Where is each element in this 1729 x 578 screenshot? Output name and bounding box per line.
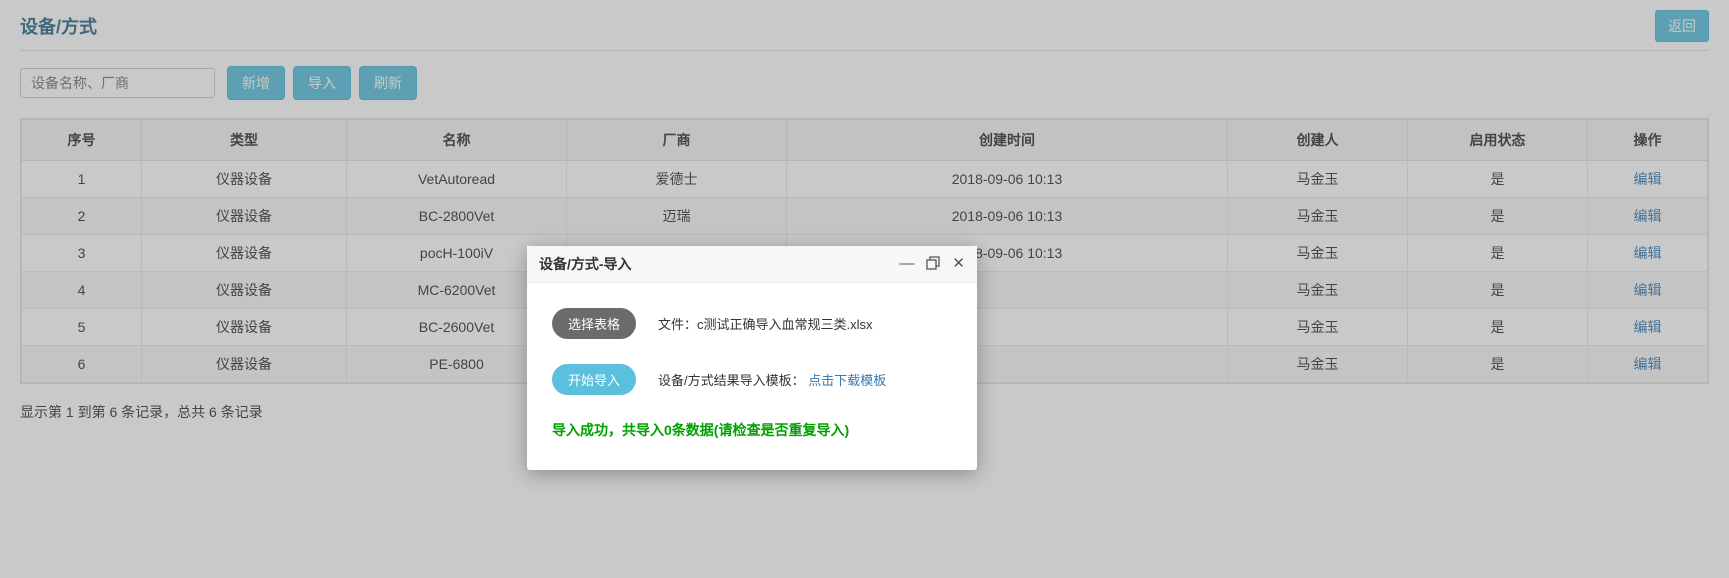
minimize-icon[interactable]: — — [899, 256, 914, 273]
template-info: 设备/方式结果导入模板： 点击下载模板 — [658, 370, 886, 389]
file-info: 文件：c测试正确导入血常规三类.xlsx — [658, 314, 873, 333]
maximize-icon[interactable] — [926, 256, 940, 273]
start-import-button[interactable]: 开始导入 — [552, 364, 636, 395]
close-icon[interactable]: ✕ — [952, 256, 965, 273]
modal-title: 设备/方式-导入 — [539, 254, 632, 274]
download-template-link[interactable]: 点击下载模板 — [808, 373, 886, 388]
select-file-button[interactable]: 选择表格 — [552, 308, 636, 339]
import-modal: 设备/方式-导入 — ✕ 选择表格 文件：c测试正确导入血常规三类.xlsx 开… — [527, 246, 977, 470]
import-success-message: 导入成功，共导入0条数据(请检查是否重复导入) — [552, 420, 952, 440]
